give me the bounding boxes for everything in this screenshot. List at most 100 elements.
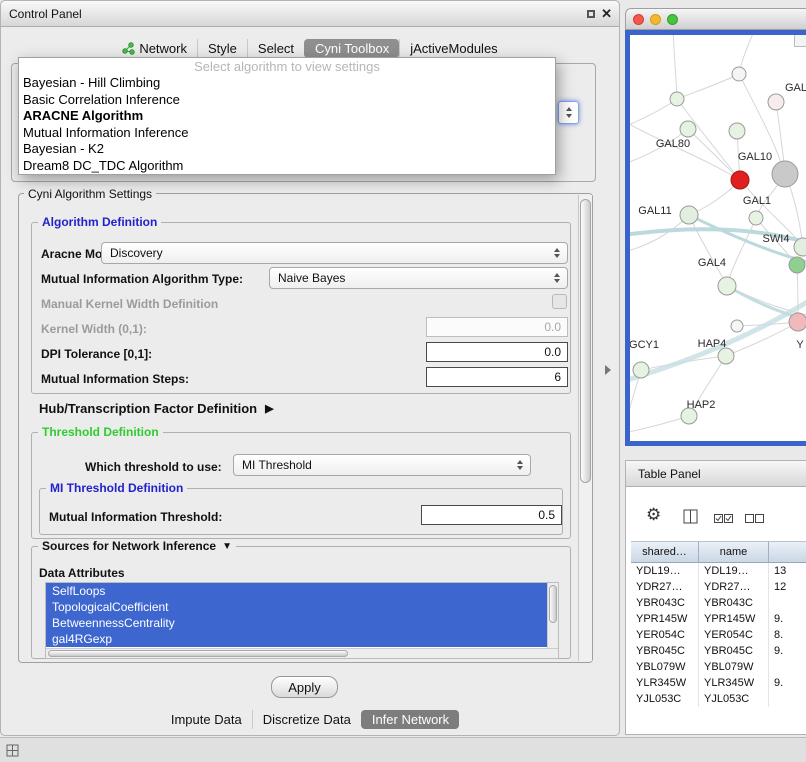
algorithm-option-basic-correlation-inference[interactable]: Basic Correlation Inference [19,92,555,109]
which-threshold-combobox[interactable]: MI Threshold [233,454,531,476]
network-node[interactable] [718,277,736,295]
node-label-gal: GAL [785,82,806,94]
network-node[interactable] [729,123,745,139]
table-row[interactable]: YLR345WYLR345W9. [631,675,806,691]
table-row[interactable]: YJL053CYJL053C [631,691,806,707]
algorithm-combo-spinner[interactable] [558,101,579,124]
bottom-tab-discretize-data[interactable]: Discretize Data [252,710,361,729]
bottom-tab-impute-data[interactable]: Impute Data [161,710,252,729]
tab-jactivemodules[interactable]: jActiveModules [399,39,507,58]
mi-steps-field[interactable]: 6 [426,367,568,387]
bottom-tab-infer-network[interactable]: Infer Network [361,710,459,729]
algorithm-option-aracne-algorithm[interactable]: ARACNE Algorithm [19,108,555,125]
hub-definition-toggle[interactable]: Hub/Transcription Factor Definition ▶ [39,401,274,416]
network-node[interactable] [633,362,649,378]
network-window-titlebar[interactable] [625,8,806,30]
algorithm-option-dream8-dc-tdc-algorithm[interactable]: Dream8 DC_TDC Algorithm [19,158,555,175]
table-cell: YER054C [631,627,699,643]
network-node[interactable] [789,257,805,273]
deselect-all-icon[interactable] [745,513,764,523]
table-cell [769,595,806,611]
sources-group-title[interactable]: Sources for Network Inference ▼ [38,539,236,553]
close-window-button[interactable] [633,14,644,25]
table-row[interactable]: YBR043CYBR043C [631,595,806,611]
attribute-item-topologicalcoefficient[interactable]: TopologicalCoefficient [46,599,547,615]
attribute-item-betweennesscentrality[interactable]: BetweennessCentrality [46,615,547,631]
manual-kernel-width-checkbox[interactable] [552,294,567,309]
network-node[interactable] [680,121,696,137]
table-row[interactable]: YDL19…YDL19…13 [631,563,806,579]
aracne-mode-value: Discovery [110,246,163,260]
network-node[interactable] [731,320,743,332]
tab-network[interactable]: Network [112,39,197,58]
table-cell: YLR345W [699,675,769,691]
attribute-item-gal4rgexp[interactable]: gal4RGexp [46,631,547,647]
expand-right-icon: ▶ [265,402,273,415]
network-edge [630,99,677,127]
panel-grid-icon[interactable] [6,744,19,757]
network-node[interactable] [768,94,784,110]
network-node[interactable] [670,92,684,106]
table-rows: YDL19…YDL19…13YDR27…YDR27…12YBR043CYBR04… [631,563,806,734]
control-panel-window: Control Panel ✕ NetworkStyleSelectCyni T… [0,0,620,736]
threshold-definition-title: Threshold Definition [38,425,163,439]
column-header-name[interactable]: name [699,541,769,563]
control-panel-tabs: NetworkStyleSelectCyni Toolbox jActiveMod… [1,37,619,59]
node-label-gal10: GAL10 [738,151,772,163]
column-management-icon[interactable] [683,509,698,524]
attribute-item-selfloops[interactable]: SelfLoops [46,583,547,599]
apply-button[interactable]: Apply [271,676,338,698]
network-node[interactable] [789,313,806,331]
network-node[interactable] [718,348,734,364]
zoom-window-button[interactable] [667,14,678,25]
network-node[interactable] [772,161,798,187]
list-vertical-scrollbar[interactable] [547,583,558,648]
table-cell: YER054C [699,627,769,643]
node-label-hap2: HAP2 [687,399,716,411]
network-node[interactable] [749,211,763,225]
algorithm-option-mutual-information-inference[interactable]: Mutual Information Inference [19,125,555,142]
algorithm-option-bayesian-hill-climbing[interactable]: Bayesian - Hill Climbing [19,75,555,92]
list-horizontal-thumb[interactable] [48,650,348,657]
dpi-tolerance-field[interactable]: 0.0 [426,342,568,362]
table-row[interactable]: YER054CYER054C8. [631,627,806,643]
table-row[interactable]: YBL079WYBL079W [631,659,806,675]
settings-scrollbar[interactable] [578,195,592,661]
table-cell: YBR045C [631,643,699,659]
tab-cyni-toolbox[interactable]: Cyni Toolbox [304,39,399,58]
settings-scrollbar-thumb[interactable] [580,199,591,483]
minimize-window-button[interactable] [650,14,661,25]
network-node[interactable] [731,171,749,189]
algorithm-option-bayesian-k2[interactable]: Bayesian - K2 [19,141,555,158]
table-row[interactable]: YPR145WYPR145W9. [631,611,806,627]
manual-kernel-width-label: Manual Kernel Width Definition [41,297,218,311]
float-window-button[interactable] [587,10,595,18]
table-cell: YJL053C [631,691,699,707]
column-header-shared[interactable]: shared… [631,541,699,563]
table-cell [769,659,806,675]
node-label-gal1: GAL1 [743,195,771,207]
tab-select[interactable]: Select [247,39,304,58]
gear-icon[interactable]: ⚙ [646,505,661,525]
spinner-up-icon [566,107,572,111]
table-panel-window: Table Panel ⚙ shared…name YDL19…YDL19…13… [625,460,806,735]
select-all-icon[interactable] [714,513,733,523]
table-cell: YPR145W [631,611,699,627]
close-panel-button[interactable]: ✕ [601,6,612,22]
network-canvas[interactable]: GALGAL80GAL10GAL11GAL1SWI4GAL4GCY1HAP4HA… [630,35,806,441]
kernel-width-field[interactable]: 0.0 [426,317,568,337]
tab-label: jActiveModules [410,41,497,56]
table-row[interactable]: YBR045CYBR045C9. [631,643,806,659]
column-header-col3[interactable] [769,541,806,563]
mi-algorithm-type-combobox[interactable]: Naive Bayes [269,267,568,289]
network-node[interactable] [732,67,746,81]
network-node[interactable] [680,206,698,224]
data-attributes-list[interactable]: SelfLoopsTopologicalCoefficientBetweenne… [45,582,559,659]
list-vertical-thumb[interactable] [549,585,557,623]
list-horizontal-scrollbar[interactable] [46,648,558,658]
table-row[interactable]: YDR27…YDR27…12 [631,579,806,595]
aracne-mode-combobox[interactable]: Discovery [101,242,568,264]
panel-collapse-arrow[interactable] [605,365,611,375]
mi-threshold-field[interactable]: 0.5 [421,505,562,525]
tab-style[interactable]: Style [197,39,247,58]
